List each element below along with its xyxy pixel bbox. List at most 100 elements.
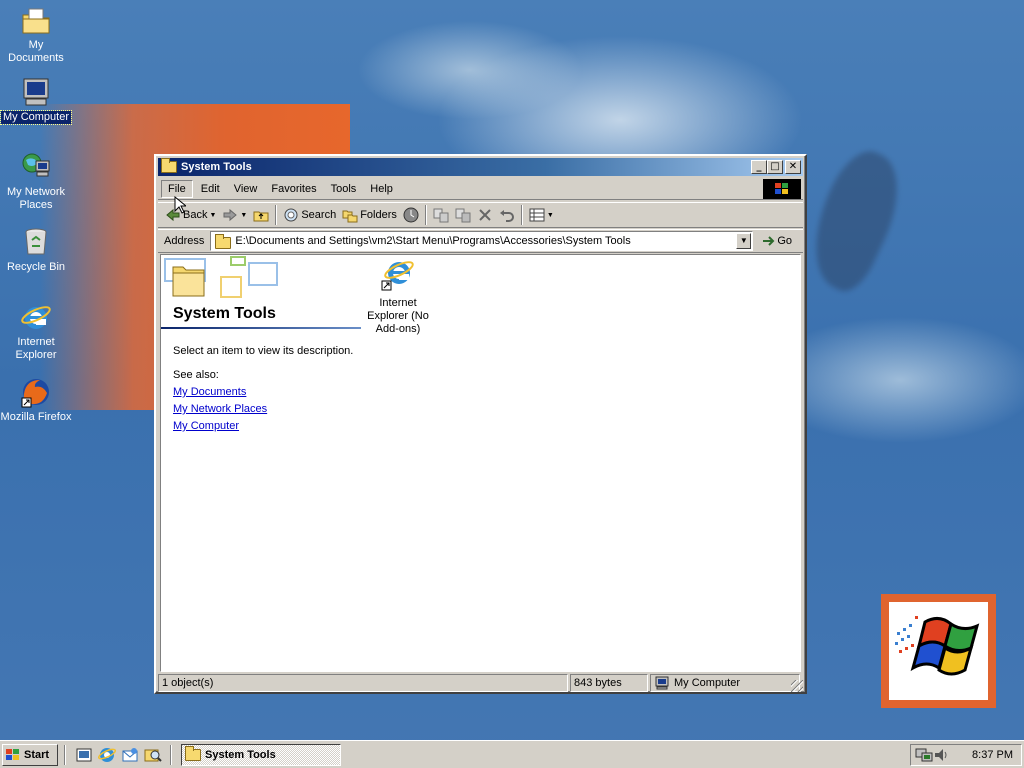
- copy-to-button[interactable]: [452, 204, 474, 226]
- folder-content-pane: System Tools Select an item to view its …: [160, 254, 801, 672]
- resize-grip[interactable]: [791, 680, 803, 692]
- system-tray: 8:37 PM: [910, 744, 1022, 766]
- search-button[interactable]: Search: [280, 204, 339, 226]
- heading-underline: [161, 327, 361, 329]
- desktop-icon-label: Internet Explorer: [15, 336, 57, 361]
- toolbar-separator: [520, 205, 523, 225]
- taskbar-separator: [170, 744, 172, 765]
- clock[interactable]: 8:37 PM: [972, 749, 1013, 761]
- undo-button[interactable]: [496, 204, 518, 226]
- toolbar-separator: [424, 205, 427, 225]
- delete-button[interactable]: [474, 204, 496, 226]
- menu-file[interactable]: File: [161, 179, 193, 198]
- desktop-icon-label: Mozilla Firefox: [0, 411, 72, 423]
- menu-help[interactable]: Help: [364, 181, 399, 197]
- desktop-icon-label: Recycle Bin: [6, 261, 66, 273]
- file-item-internet-explorer-no-addons[interactable]: Internet Explorer (No Add-ons): [359, 257, 437, 336]
- chevron-down-icon[interactable]: ▼: [209, 212, 216, 219]
- copy-to-icon: [455, 208, 471, 223]
- start-button[interactable]: Start: [2, 743, 58, 766]
- quick-launch: [75, 746, 167, 764]
- windows-flag-icon: [895, 616, 980, 676]
- maximize-button[interactable]: □: [767, 160, 783, 174]
- minimize-button[interactable]: _: [751, 160, 767, 174]
- status-size: 843 bytes: [570, 674, 648, 692]
- menu-favorites[interactable]: Favorites: [265, 181, 322, 197]
- desktop-icon-my-computer[interactable]: My Computer: [0, 76, 74, 125]
- internet-explorer-shortcut-icon: [381, 261, 414, 291]
- folders-icon: [342, 210, 358, 223]
- history-button[interactable]: [400, 204, 422, 226]
- link-my-documents[interactable]: My Documents: [173, 386, 246, 398]
- go-arrow-icon: [763, 236, 775, 246]
- desktop-icon-my-documents[interactable]: My Documents: [0, 4, 74, 65]
- history-icon: [403, 207, 419, 223]
- folder-icon: [215, 233, 232, 249]
- see-also-label: See also:: [173, 369, 219, 381]
- desktop-icon-network-places[interactable]: My Network Places: [0, 151, 74, 212]
- forward-arrow-icon: [223, 208, 238, 222]
- show-desktop-icon[interactable]: [75, 746, 93, 764]
- folder-icon: [161, 158, 177, 173]
- search-label: Search: [301, 209, 337, 221]
- title-bar[interactable]: System Tools _ □ ✕: [158, 158, 803, 176]
- chevron-down-icon[interactable]: ▼: [240, 212, 247, 219]
- standard-toolbar: Back ▼ ▼ Search Folders ▼: [158, 202, 803, 228]
- firefox-icon: [20, 376, 52, 408]
- address-dropdown-button[interactable]: ▼: [736, 233, 752, 249]
- menu-bar: File Edit View Favorites Tools Help: [158, 178, 803, 200]
- address-value: E:\Documents and Settings\vm2\Start Menu…: [235, 235, 631, 247]
- desktop-icon-recycle-bin[interactable]: Recycle Bin: [0, 226, 74, 274]
- panel-description: Select an item to view its description.: [173, 345, 354, 357]
- internet-explorer-icon[interactable]: [97, 746, 117, 764]
- recycle-bin-icon: [20, 226, 52, 258]
- status-object-count: 1 object(s): [158, 674, 568, 692]
- taskbar-separator: [64, 744, 66, 765]
- search-icon[interactable]: [144, 746, 162, 764]
- desktop-icon-label: My Documents: [8, 39, 64, 64]
- taskbar-button-system-tools[interactable]: System Tools: [181, 743, 341, 766]
- my-computer-icon: [20, 76, 52, 108]
- chevron-down-icon[interactable]: ▼: [547, 212, 554, 219]
- back-label: Back: [183, 209, 208, 221]
- go-button[interactable]: Go: [761, 234, 792, 248]
- views-icon: [529, 208, 545, 222]
- desktop-icon-label: My Network Places: [6, 186, 66, 211]
- menu-view[interactable]: View: [228, 181, 264, 197]
- up-folder-button[interactable]: [250, 204, 272, 226]
- desktop-icon-internet-explorer[interactable]: Internet Explorer: [0, 301, 74, 362]
- go-label: Go: [777, 235, 793, 247]
- move-to-icon: [433, 208, 449, 223]
- back-button[interactable]: Back ▼: [162, 204, 219, 226]
- window-title: System Tools: [181, 161, 252, 173]
- views-button[interactable]: ▼: [526, 204, 557, 226]
- address-bar: Address E:\Documents and Settings\vm2\St…: [158, 229, 803, 253]
- windows-throbber-icon: [763, 179, 801, 199]
- address-field[interactable]: E:\Documents and Settings\vm2\Start Menu…: [210, 231, 754, 251]
- address-label: Address: [164, 235, 205, 247]
- search-icon: [284, 208, 298, 222]
- undo-icon: [499, 210, 514, 222]
- link-my-network-places[interactable]: My Network Places: [173, 403, 267, 415]
- desktop-icon-firefox[interactable]: Mozilla Firefox: [0, 376, 74, 424]
- file-item-label: Internet Explorer (No Add-ons): [367, 297, 429, 335]
- close-button[interactable]: ✕: [785, 160, 801, 174]
- start-label: Start: [24, 748, 50, 761]
- forward-button[interactable]: ▼: [219, 204, 250, 226]
- task-label: System Tools: [205, 748, 276, 761]
- explorer-window: System Tools _ □ ✕ File Edit View Favori…: [154, 154, 807, 694]
- menu-edit[interactable]: Edit: [195, 181, 226, 197]
- network-places-icon: [20, 151, 52, 183]
- menu-tools[interactable]: Tools: [325, 181, 363, 197]
- volume-icon[interactable]: [933, 747, 949, 763]
- my-documents-icon: [20, 4, 52, 36]
- move-to-button[interactable]: [430, 204, 452, 226]
- network-status-icon[interactable]: [915, 747, 933, 763]
- outlook-express-icon[interactable]: [121, 746, 139, 764]
- windows-flag-icon: [6, 748, 19, 760]
- panel-heading: System Tools: [173, 305, 276, 322]
- desktop-icon-label: My Computer: [0, 110, 73, 125]
- link-my-computer[interactable]: My Computer: [173, 420, 239, 432]
- folders-button[interactable]: Folders: [339, 204, 400, 226]
- taskbar: Start System Tools 8:37 PM: [0, 740, 1024, 768]
